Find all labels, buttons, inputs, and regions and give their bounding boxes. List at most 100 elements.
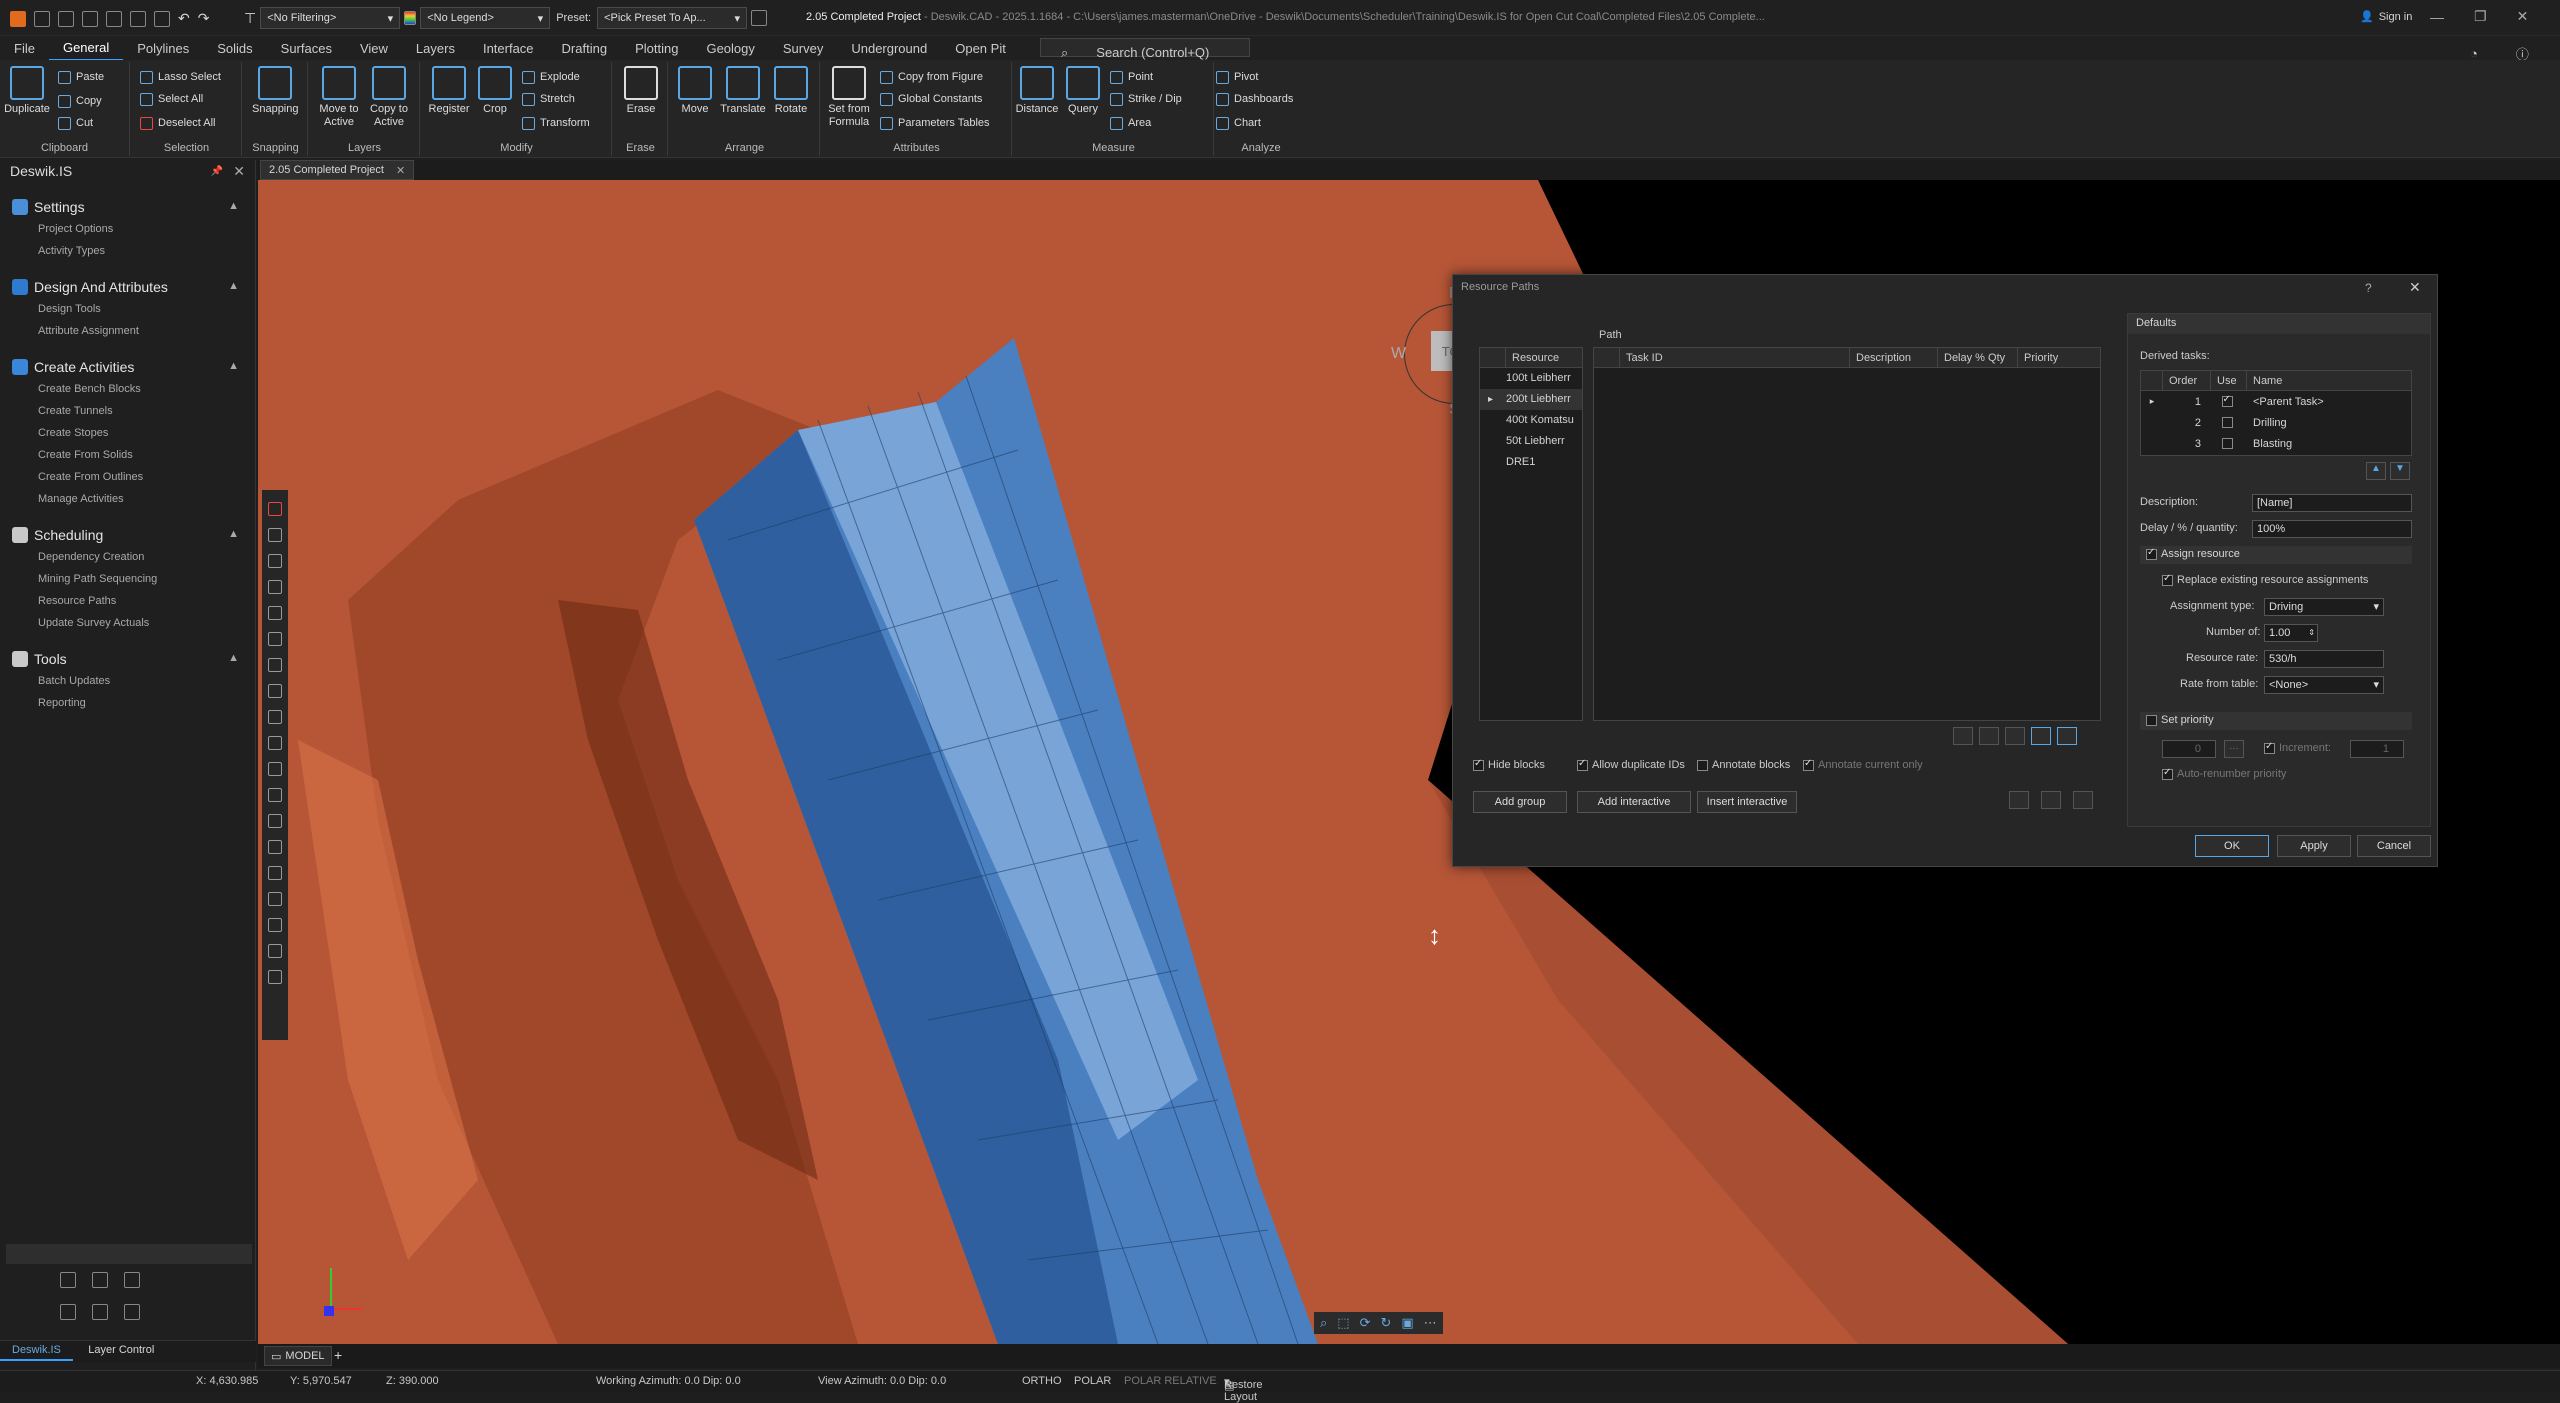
model-tab[interactable]: ▭ MODEL	[264, 1346, 332, 1366]
sidebar-item[interactable]: Project Options	[0, 218, 255, 240]
sidebar-item[interactable]: Manage Activities	[0, 488, 255, 510]
menu-item-open-pit[interactable]: Open Pit	[941, 37, 1020, 60]
move-button[interactable]: Move	[672, 66, 718, 116]
annotate-current-checkbox[interactable]: Annotate current only	[1803, 758, 1923, 771]
chevron-down-icon[interactable]: ▼	[2390, 462, 2410, 480]
chart-button[interactable]: Chart	[1216, 114, 1261, 132]
derived-task-row[interactable]: 3 Blasting	[2141, 433, 2411, 454]
sidebar-item[interactable]: Reporting	[0, 692, 255, 714]
grid-icon[interactable]	[268, 892, 282, 906]
pivot-button[interactable]: Pivot	[1216, 68, 1258, 86]
sidebar-item[interactable]: Create From Solids	[0, 444, 255, 466]
sidebar-item[interactable]: Attribute Assignment	[0, 320, 255, 342]
lock-icon[interactable]	[268, 944, 282, 958]
info-list-icon[interactable]	[2009, 791, 2029, 809]
polygon-icon[interactable]	[268, 814, 282, 828]
section-header[interactable]: Scheduling ▲	[0, 524, 255, 546]
open-folder-icon[interactable]	[58, 10, 74, 27]
restore-layout-button[interactable]: ▤ Restore Layout ▾	[1224, 1375, 1263, 1403]
query-button[interactable]: Query	[1060, 66, 1106, 116]
sidebar-item[interactable]: Batch Updates	[0, 670, 255, 692]
paste-button[interactable]: Paste	[58, 68, 104, 86]
cancel-button[interactable]: Cancel	[2357, 835, 2431, 857]
perpendicular-icon[interactable]	[268, 632, 282, 646]
sidebar-item[interactable]: Mining Path Sequencing	[0, 568, 255, 590]
increment-stepper[interactable]: 1	[2350, 740, 2404, 758]
layers-tool-icon[interactable]	[60, 1272, 76, 1288]
section-header[interactable]: Create Activities ▲	[0, 356, 255, 378]
legend-dropdown[interactable]: <No Legend> ▾	[420, 7, 551, 29]
priority-browse-icon[interactable]: …	[2224, 740, 2244, 758]
add-group-button[interactable]: Add group	[1473, 791, 1567, 813]
intersect-icon[interactable]	[268, 710, 282, 724]
sidebar-item[interactable]: Update Survey Actuals	[0, 612, 255, 634]
sidebar-item[interactable]: Create From Outlines	[0, 466, 255, 488]
circle-icon[interactable]	[268, 762, 282, 776]
menu-item-underground[interactable]: Underground	[837, 37, 941, 60]
explode-button[interactable]: Explode	[522, 68, 580, 86]
section-header[interactable]: Tools ▲	[0, 648, 255, 670]
print-icon[interactable]	[106, 10, 122, 27]
resource-row[interactable]: 400t Komatsu	[1480, 410, 1582, 431]
move-up-icon[interactable]	[1953, 727, 1973, 745]
menu-item-drafting[interactable]: Drafting	[548, 37, 622, 60]
sidebar-item[interactable]: Activity Types	[0, 240, 255, 262]
translate-button[interactable]: Translate	[720, 66, 766, 116]
ok-button[interactable]: OK	[2195, 835, 2269, 857]
sidebar-item[interactable]: Resource Paths	[0, 590, 255, 612]
menu-item-surfaces[interactable]: Surfaces	[267, 37, 346, 60]
number-icon[interactable]	[268, 840, 282, 854]
priority-stepper[interactable]: 0	[2162, 740, 2216, 758]
close-icon[interactable]: ✕	[2517, 8, 2529, 25]
menu-item-survey[interactable]: Survey	[769, 37, 837, 60]
snapping-button[interactable]: Snapping	[252, 66, 299, 116]
menu-item-view[interactable]: View	[346, 37, 402, 60]
copy-button[interactable]: Copy	[58, 92, 102, 110]
sidebar-item[interactable]: Design Tools	[0, 298, 255, 320]
add-interactive-button[interactable]: Add interactive	[1577, 791, 1691, 813]
duplicate-button[interactable]: Duplicate	[4, 66, 50, 116]
funnel-icon[interactable]	[92, 1304, 108, 1320]
path-grid[interactable]: Task ID Description Delay % Qty Priority	[1593, 347, 2101, 721]
orbit-icon[interactable]: ⟳	[1360, 1315, 1371, 1331]
chevron-up-icon[interactable]: ▲	[228, 200, 239, 212]
measure-icon[interactable]	[268, 918, 282, 932]
link-icon[interactable]	[92, 1272, 108, 1288]
use-checkbox[interactable]	[2221, 394, 2233, 408]
menu-item-polylines[interactable]: Polylines	[123, 37, 203, 60]
use-checkbox[interactable]	[2221, 438, 2233, 450]
strike-dip-button[interactable]: Strike / Dip	[1110, 90, 1182, 108]
rate-table-select[interactable]: <None> ▾	[2264, 676, 2384, 694]
filter-dropdown[interactable]: <No Filtering> ▾	[260, 7, 401, 29]
line-icon[interactable]	[268, 554, 282, 568]
menu-item-file[interactable]: File	[0, 37, 49, 60]
sidebar-item[interactable]: Create Stopes	[0, 422, 255, 444]
use-checkbox[interactable]	[2221, 417, 2233, 429]
sign-in-button[interactable]: 👤 Sign in	[2360, 10, 2412, 24]
chevron-up-icon[interactable]: ▲	[228, 360, 239, 372]
cut-button[interactable]: Cut	[58, 114, 93, 132]
distance-button[interactable]: Distance	[1014, 66, 1060, 116]
resource-row[interactable]: 50t Liebherr	[1480, 431, 1582, 452]
allow-duplicate-checkbox[interactable]: Allow duplicate IDs	[1577, 758, 1685, 771]
copy-to-active-button[interactable]: Copy to Active	[366, 66, 412, 129]
close-tab-icon[interactable]: ✕	[396, 164, 405, 177]
segment-icon[interactable]	[268, 580, 282, 594]
refresh-icon[interactable]: ↻	[1380, 1315, 1391, 1331]
chevron-up-icon[interactable]: ▲	[2366, 462, 2386, 480]
redo-icon[interactable]: ↷	[198, 10, 210, 27]
menu-item-solids[interactable]: Solids	[203, 37, 266, 60]
sidebar-item[interactable]: Create Tunnels	[0, 400, 255, 422]
record-icon[interactable]	[268, 502, 282, 516]
hide-blocks-checkbox[interactable]: Hide blocks	[1473, 758, 1545, 771]
set-priority-checkbox[interactable]: Set priority	[2140, 712, 2412, 730]
number-of-stepper[interactable]: 1.00 ⇕	[2264, 624, 2318, 642]
tab-deswik-is[interactable]: Deswik.IS	[0, 1341, 73, 1361]
help-icon[interactable]: ?	[2365, 281, 2372, 295]
more-icon[interactable]: ⋯	[1424, 1315, 1437, 1331]
point-button[interactable]: Point	[1110, 68, 1153, 86]
area-button[interactable]: Area	[1110, 114, 1151, 132]
insert-interactive-button[interactable]: Insert interactive	[1697, 791, 1797, 813]
sidebar-item[interactable]: Create Bench Blocks	[0, 378, 255, 400]
derived-task-row[interactable]: 2 Drilling	[2141, 412, 2411, 433]
